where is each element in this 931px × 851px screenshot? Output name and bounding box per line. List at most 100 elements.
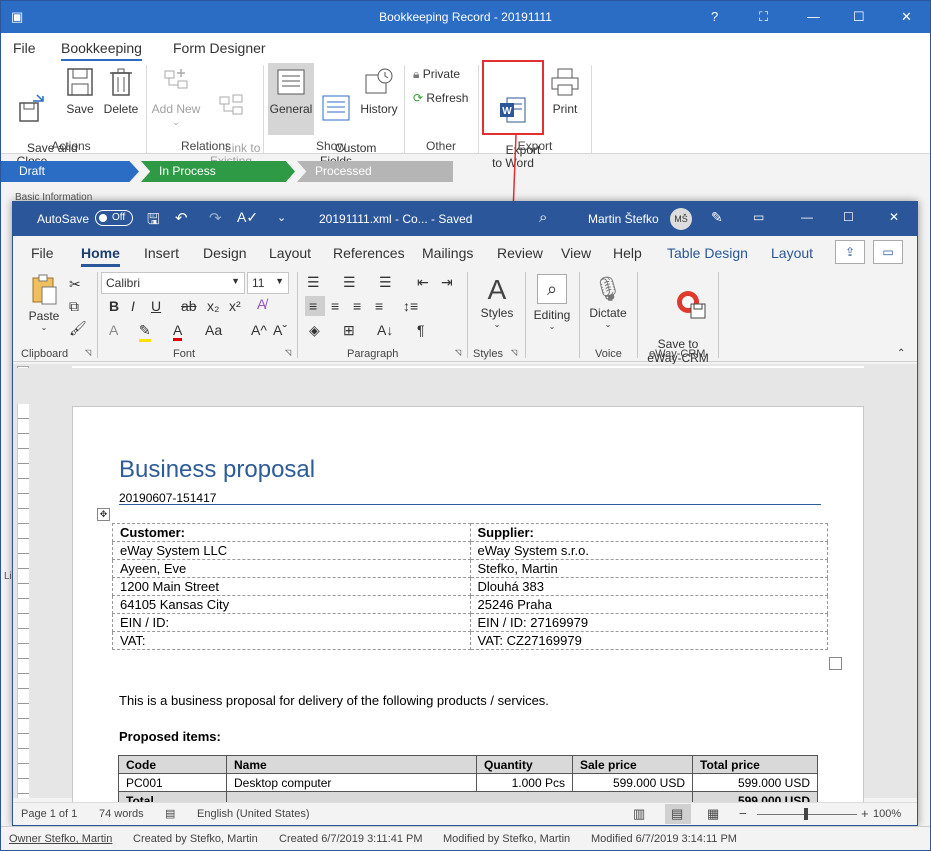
comments-icon[interactable]: ▭ bbox=[873, 240, 903, 264]
print-layout-icon[interactable]: ▤ bbox=[671, 806, 683, 822]
fullscreen-icon[interactable]: ⛶ bbox=[759, 9, 768, 25]
numbering-icon[interactable]: ☰ bbox=[343, 274, 356, 291]
word-tab-home[interactable]: Home bbox=[81, 245, 120, 267]
collapse-ribbon-icon[interactable]: ⌃ bbox=[897, 348, 905, 359]
table-move-handle-icon[interactable]: ✥ bbox=[97, 508, 110, 521]
clear-formatting-icon[interactable]: A̸ bbox=[257, 296, 266, 312]
bullets-icon[interactable]: ☰ bbox=[307, 274, 320, 291]
dialog-launcher-icon[interactable]: ◹ bbox=[455, 348, 461, 357]
search-icon[interactable]: ⌕ bbox=[539, 209, 547, 226]
maximize-icon[interactable]: ☐ bbox=[843, 210, 854, 224]
word-tab-design[interactable]: Design bbox=[203, 245, 247, 261]
word-tab-review[interactable]: Review bbox=[497, 245, 543, 261]
strikethrough-icon[interactable]: ab bbox=[181, 298, 197, 314]
tab-form-designer[interactable]: Form Designer bbox=[173, 40, 266, 56]
refresh-button[interactable]: ⟳ Refresh bbox=[413, 91, 468, 105]
word-tab-insert[interactable]: Insert bbox=[144, 245, 179, 261]
dialog-launcher-icon[interactable]: ◹ bbox=[85, 348, 91, 357]
tab-file[interactable]: File bbox=[13, 40, 36, 56]
ribbon-display-icon[interactable]: ▭ bbox=[753, 210, 764, 224]
help-icon[interactable]: ? bbox=[711, 9, 718, 24]
vertical-ruler[interactable] bbox=[17, 404, 29, 798]
autosave-toggle[interactable]: Off bbox=[95, 210, 133, 226]
increase-indent-icon[interactable]: ⇥ bbox=[441, 274, 453, 291]
minimize-icon[interactable]: — bbox=[807, 9, 820, 24]
table-resize-handle[interactable] bbox=[829, 657, 842, 670]
workflow-step-processed[interactable]: Processed bbox=[297, 161, 453, 182]
font-name-select[interactable]: Calibri ▼ bbox=[101, 272, 245, 294]
bold-icon[interactable]: B bbox=[109, 298, 119, 314]
proofing-icon[interactable]: ▤ bbox=[165, 807, 175, 820]
editing-button[interactable]: ⌕ Editing ⌄ bbox=[531, 274, 573, 331]
dialog-launcher-icon[interactable]: ◹ bbox=[285, 348, 291, 357]
maximize-icon[interactable]: ☐ bbox=[853, 9, 865, 25]
avatar[interactable]: MŠ bbox=[670, 208, 692, 230]
word-tab-file[interactable]: File bbox=[31, 245, 54, 261]
undo-icon[interactable]: ↶ bbox=[175, 209, 188, 227]
subscript-icon[interactable]: x₂ bbox=[207, 298, 219, 314]
word-tab-table-layout[interactable]: Layout bbox=[771, 245, 813, 261]
general-button[interactable]: General bbox=[269, 67, 313, 116]
redo-icon[interactable]: ↷ bbox=[209, 209, 222, 227]
word-tab-table-design[interactable]: Table Design bbox=[667, 245, 748, 261]
text-effects-icon[interactable]: A bbox=[109, 322, 118, 338]
document-page[interactable]: Business proposal 20190607-151417 ✥ Cust… bbox=[72, 406, 864, 825]
close-icon[interactable]: ✕ bbox=[901, 9, 912, 25]
word-tab-help[interactable]: Help bbox=[613, 245, 642, 261]
save-icon[interactable]: 🖫 bbox=[147, 209, 160, 234]
paste-button[interactable]: Paste ⌄ bbox=[27, 274, 61, 332]
zoom-level[interactable]: 100% bbox=[873, 808, 901, 820]
align-right-icon[interactable]: ≡ bbox=[353, 298, 361, 314]
word-tab-mailings[interactable]: Mailings bbox=[422, 245, 473, 261]
grow-font-icon[interactable]: A^ bbox=[251, 322, 267, 338]
align-center-icon[interactable]: ≡ bbox=[331, 298, 339, 314]
word-tab-layout[interactable]: Layout bbox=[269, 245, 311, 261]
read-mode-icon[interactable]: ▥ bbox=[633, 806, 645, 822]
save-button[interactable]: Save bbox=[63, 67, 97, 116]
web-layout-icon[interactable]: ▦ bbox=[707, 806, 719, 822]
private-button[interactable]: 🔒︎ Private bbox=[413, 67, 460, 82]
shading-icon[interactable]: ◈ bbox=[309, 322, 320, 339]
sort-icon[interactable]: A↓ bbox=[377, 322, 393, 338]
page-count[interactable]: Page 1 of 1 bbox=[21, 808, 77, 820]
highlight-icon[interactable]: ✎ bbox=[139, 322, 151, 342]
shrink-font-icon[interactable]: Aˇ bbox=[273, 322, 287, 338]
owner-link[interactable]: Owner Stefko, Martin bbox=[9, 833, 112, 845]
copy-icon[interactable]: ⧉ bbox=[69, 298, 79, 315]
minimize-icon[interactable]: — bbox=[801, 210, 813, 224]
delete-button[interactable]: Delete bbox=[103, 67, 139, 116]
word-tab-references[interactable]: References bbox=[333, 245, 405, 261]
customize-qat-icon[interactable]: ⌄ bbox=[277, 211, 286, 224]
format-painter-icon[interactable]: 🖌︎ bbox=[69, 320, 87, 337]
underline-icon[interactable]: U bbox=[151, 298, 161, 314]
line-spacing-icon[interactable]: ↕≡ bbox=[403, 298, 418, 314]
add-new-button[interactable]: Add New ⌄ bbox=[151, 67, 201, 129]
zoom-slider-thumb[interactable] bbox=[804, 808, 808, 820]
word-tab-view[interactable]: View bbox=[561, 245, 591, 261]
zoom-out-icon[interactable]: − bbox=[739, 806, 747, 821]
workflow-step-in-process[interactable]: In Process bbox=[141, 161, 295, 182]
cut-icon[interactable]: ✂ bbox=[69, 276, 81, 293]
show-formatting-icon[interactable]: ¶ bbox=[417, 322, 425, 338]
spelling-icon[interactable]: A✓ bbox=[237, 209, 258, 226]
history-button[interactable]: History bbox=[359, 67, 399, 116]
dialog-launcher-icon[interactable]: ◹ bbox=[511, 348, 517, 357]
styles-button[interactable]: A Styles ⌄ bbox=[477, 274, 517, 329]
dictate-button[interactable]: 🎙︎ Dictate ⌄ bbox=[587, 274, 629, 329]
italic-icon[interactable]: I bbox=[131, 298, 135, 314]
word-count[interactable]: 74 words bbox=[99, 808, 144, 820]
borders-icon[interactable]: ⊞ bbox=[343, 322, 355, 339]
superscript-icon[interactable]: x² bbox=[229, 298, 241, 314]
justify-icon[interactable]: ≡ bbox=[375, 298, 383, 314]
workflow-step-draft[interactable]: Draft bbox=[1, 161, 139, 182]
close-icon[interactable]: ✕ bbox=[889, 210, 899, 224]
font-color-icon[interactable]: A bbox=[173, 322, 183, 341]
font-size-select[interactable]: 11 ▼ bbox=[247, 272, 289, 294]
language[interactable]: English (United States) bbox=[197, 808, 310, 820]
tools-icon[interactable]: ✎ bbox=[711, 209, 723, 226]
multilevel-list-icon[interactable]: ☰ bbox=[379, 274, 392, 291]
print-button[interactable]: Print bbox=[546, 67, 584, 116]
tab-bookkeeping[interactable]: Bookkeeping bbox=[61, 40, 142, 61]
align-left-icon[interactable]: ≡ bbox=[309, 298, 317, 314]
decrease-indent-icon[interactable]: ⇤ bbox=[417, 274, 429, 291]
